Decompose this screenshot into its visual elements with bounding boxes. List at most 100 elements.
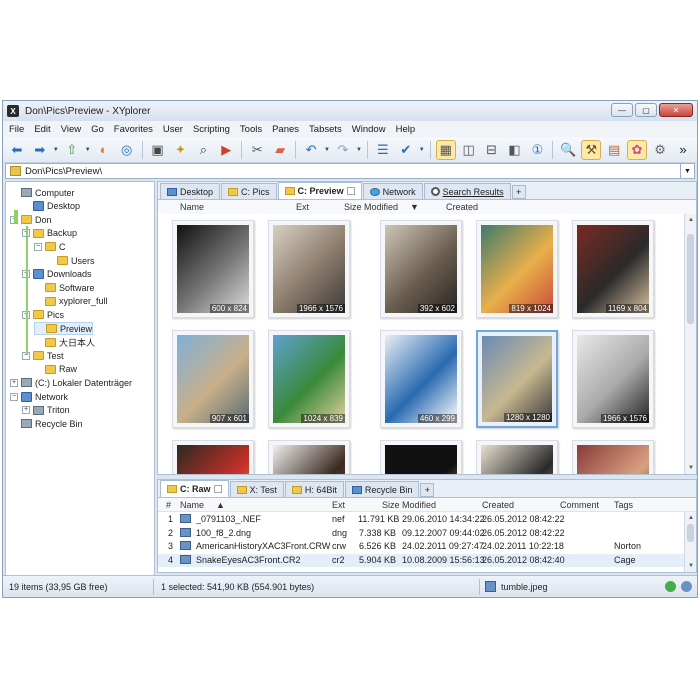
tree-item-test[interactable]: − Test	[22, 349, 64, 362]
file-row[interactable]: 4 SnakeEyesAC3Front.CR2 cr2 5.904 KB 10.08.2…	[158, 553, 686, 567]
tree-item-xyplorer-full[interactable]: xyplorer_full	[34, 295, 108, 308]
briefcase-icon[interactable]: ▤	[604, 140, 624, 160]
scroll-thumb[interactable]	[687, 234, 694, 324]
tree-item-backup[interactable]: −Backup	[22, 227, 77, 240]
col-modified[interactable]: Modified	[402, 500, 436, 510]
toolbar-overflow-button[interactable]: »	[673, 140, 693, 160]
address-dropdown-button[interactable]: ▼	[680, 164, 694, 178]
one-pane-icon[interactable]: ①	[527, 140, 547, 160]
tree-item-software[interactable]: Software	[34, 281, 95, 294]
scroll-up-icon[interactable]: ▲	[685, 512, 697, 524]
thumbnails-icon[interactable]: ▦	[435, 139, 456, 160]
find-icon[interactable]: 🔍	[558, 140, 578, 160]
col-comment[interactable]: Comment	[560, 500, 599, 510]
maximize-button[interactable]: ▢	[635, 103, 657, 117]
top-scrollbar[interactable]: ▲ ▼	[684, 214, 696, 474]
col-size[interactable]: Size	[344, 202, 362, 212]
tab-c-pics[interactable]: C: Pics	[221, 183, 277, 199]
tab-network[interactable]: Network	[362, 183, 423, 199]
info-status-icon[interactable]	[681, 581, 692, 592]
thumbnail[interactable]: 1966 x 1576	[572, 330, 654, 428]
new-tab-button[interactable]: +	[420, 483, 435, 497]
search-folder-icon[interactable]: ⌕	[193, 140, 213, 160]
thumbnail[interactable]: 907 x 601	[172, 330, 254, 428]
tab-search-results[interactable]: Search Results	[423, 183, 511, 199]
file-row[interactable]: 2 100_f8_2.dng dng 7.338 KB 09.12.2007 09:44…	[158, 527, 686, 540]
thumbnail[interactable]: 460 x 299	[380, 330, 462, 428]
new-tab-button[interactable]: +	[511, 185, 526, 199]
cut-icon[interactable]: ✂	[247, 140, 267, 160]
back-arrow-icon[interactable]: ⬅	[7, 140, 27, 160]
menu-user[interactable]: User	[163, 124, 183, 135]
redo-icon[interactable]: ↷	[333, 140, 353, 160]
tab-h-64bit[interactable]: H: 64Bit	[284, 481, 344, 497]
collapse-icon[interactable]: −	[34, 242, 42, 251]
menu-view[interactable]: View	[61, 124, 81, 135]
dropdown-arrow-icon[interactable]: ▼	[53, 147, 59, 153]
tree-item-recycle-bin[interactable]: Recycle Bin	[10, 417, 83, 430]
col-name[interactable]: Name	[180, 500, 204, 510]
paint-icon[interactable]: ◐	[94, 140, 114, 160]
tab-close-icon[interactable]	[346, 187, 355, 195]
col-ext[interactable]: Ext	[296, 202, 309, 212]
minimize-button[interactable]: —	[611, 103, 633, 117]
col-ext[interactable]: Ext	[332, 500, 345, 510]
expand-icon[interactable]: +	[22, 406, 30, 415]
thumbnail[interactable]: 819 x 1024	[476, 220, 558, 318]
thumbnail[interactable]	[268, 440, 350, 474]
tree-item-c[interactable]: − C	[34, 240, 66, 253]
file-row[interactable]: 3 AmericanHistoryXAC3Front.CRW crw 6.526 KB…	[158, 540, 686, 553]
tab-c-raw[interactable]: C: Raw	[160, 480, 229, 497]
thumbnail[interactable]	[476, 440, 558, 474]
target-icon[interactable]: ◎	[117, 140, 137, 160]
thumbnail[interactable]: 392 x 602	[380, 220, 462, 318]
tree-item-users[interactable]: Users	[46, 254, 95, 267]
collapse-icon[interactable]: −	[10, 392, 18, 401]
tree-item-[interactable]: 大日本人	[34, 336, 95, 349]
tools-icon[interactable]: ⚒	[581, 139, 602, 160]
tree-item-desktop[interactable]: Desktop	[22, 200, 80, 213]
col-size[interactable]: Size	[382, 500, 400, 510]
col-number[interactable]: #	[166, 500, 171, 510]
thumbnail[interactable]: 1024 x 839	[268, 330, 350, 428]
folder-star-icon[interactable]: ✦	[171, 140, 191, 160]
menu-help[interactable]: Help	[396, 124, 416, 135]
col-created[interactable]: Created	[482, 500, 514, 510]
tab-desktop[interactable]: Desktop	[160, 183, 221, 199]
dropdown-arrow-icon[interactable]: ▼	[324, 147, 330, 153]
forward-arrow-icon[interactable]: ➡	[30, 140, 50, 160]
menu-panes[interactable]: Panes	[272, 124, 299, 135]
computer-icon[interactable]: ▣	[148, 140, 168, 160]
tree-item-triton[interactable]: + Triton	[22, 404, 70, 417]
scroll-down-icon[interactable]: ▼	[685, 462, 697, 474]
menu-edit[interactable]: Edit	[34, 124, 50, 135]
thumbnail[interactable]: 1280 x 1280	[476, 330, 558, 428]
menu-file[interactable]: File	[9, 124, 24, 135]
horizontal-pane-icon[interactable]: ⊟	[482, 140, 502, 160]
thumbnail[interactable]: 1169 x 804	[572, 220, 654, 318]
list-view-icon[interactable]: ☰	[373, 140, 393, 160]
col-name[interactable]: Name	[180, 202, 204, 212]
undo-icon[interactable]: ↶	[301, 140, 321, 160]
tree-item-preview[interactable]: Preview	[34, 322, 94, 335]
up-folder-icon[interactable]: ⇧	[62, 140, 82, 160]
tree-item-pics[interactable]: −Pics	[22, 308, 64, 321]
vertical-pane-icon[interactable]: ◧	[505, 140, 525, 160]
menu-favorites[interactable]: Favorites	[114, 124, 153, 135]
menu-go[interactable]: Go	[91, 124, 104, 135]
gear-icon[interactable]: ⚙	[650, 140, 670, 160]
tree-item-c-lokaler-datentr-ger[interactable]: + (C:) Lokaler Datenträger	[10, 376, 132, 389]
col-tags[interactable]: Tags	[614, 500, 633, 510]
ok-status-icon[interactable]	[665, 581, 676, 592]
bottom-scrollbar[interactable]: ▲ ▼	[684, 512, 696, 572]
check-icon[interactable]: ✔	[396, 140, 416, 160]
scroll-down-icon[interactable]: ▼	[685, 560, 697, 572]
address-bar[interactable]: Don\Pics\Preview\ ▼	[5, 163, 695, 179]
close-button[interactable]: ✕	[659, 103, 693, 117]
palette-icon[interactable]: ✿	[627, 139, 648, 160]
thumbnail[interactable]: 1966 x 1576	[268, 220, 350, 318]
expand-icon[interactable]: +	[10, 378, 18, 387]
menu-tools[interactable]: Tools	[240, 124, 262, 135]
col-created[interactable]: Created	[446, 202, 478, 212]
dual-pane-icon[interactable]: ◫	[459, 140, 479, 160]
